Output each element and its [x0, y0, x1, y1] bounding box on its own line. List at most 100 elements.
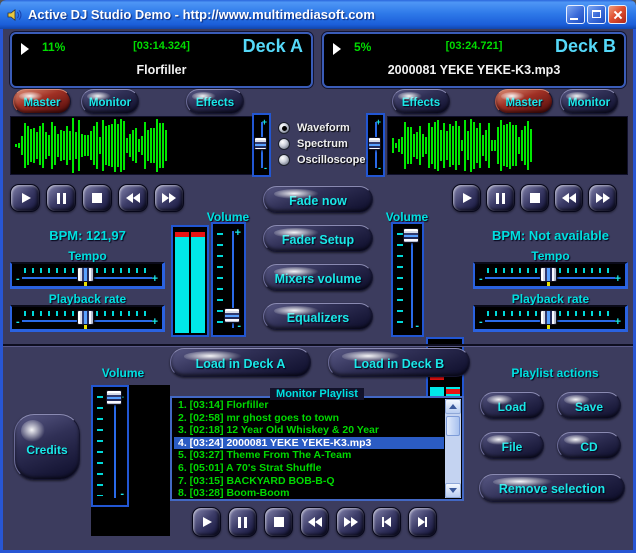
maximize-icon [592, 10, 601, 18]
deck-b-tempo-thumb[interactable] [540, 267, 557, 282]
deck-a-scope-zoom-thumb[interactable] [254, 137, 267, 150]
deck-a-pause-button[interactable] [46, 184, 76, 212]
deck-a-scope-zoom-slider[interactable]: + - [252, 113, 271, 177]
playlist-item[interactable]: 3. [02:18] 12 Year Old Whiskey & 20 Year [174, 424, 444, 437]
deck-b-waveform-scope[interactable] [387, 116, 628, 175]
play-icon [463, 193, 472, 203]
deck-b-volume-slider[interactable]: + - [391, 222, 424, 337]
remove-selection-button[interactable]: Remove selection [479, 474, 625, 502]
deck-a-forward-button[interactable] [154, 184, 184, 212]
stop-icon [530, 193, 540, 203]
deck-b-playback-slider[interactable]: - + [473, 305, 628, 332]
deck-a-vu-meter [171, 225, 209, 337]
deck-b-tempo-label: Tempo [473, 249, 628, 263]
deck-b-monitor-button[interactable]: Monitor [560, 89, 618, 114]
deck-b-master-button[interactable]: Master [495, 89, 553, 114]
playlist-item[interactable]: 6. [05:01] A 70's Strat Shuffle [174, 462, 444, 475]
deck-a-play-button[interactable] [10, 184, 40, 212]
fast-forward-icon [596, 193, 610, 203]
deck-a-stop-button[interactable] [82, 184, 112, 212]
radio-oscilloscope[interactable]: Oscilloscope [278, 154, 365, 166]
deck-a-rewind-button[interactable] [118, 184, 148, 212]
speaker-icon [6, 7, 22, 23]
scrollbar-thumb[interactable] [446, 416, 460, 436]
playlist-actions-label: Playlist actions [490, 366, 620, 380]
deck-a-tempo-slider[interactable]: - + [10, 262, 165, 289]
monitor-volume-thumb[interactable] [106, 390, 122, 405]
equalizers-button[interactable]: Equalizers [263, 303, 373, 330]
skip-next-icon [418, 517, 427, 527]
deck-a-master-button[interactable]: Master [13, 89, 71, 114]
minimize-icon [570, 18, 578, 20]
deck-b-forward-button[interactable] [588, 184, 617, 212]
deck-a-transport [10, 184, 184, 212]
deck-a-effects-button[interactable]: Effects [186, 89, 244, 114]
playlist-item[interactable]: 2. [02:58] mr ghost goes to town [174, 412, 444, 425]
playlist-item[interactable]: 8. [03:28] Boom-Boom [174, 487, 444, 500]
load-in-deck-b-button[interactable]: Load in Deck B [328, 348, 470, 377]
playlist-rows: 1. [03:14] Florfiller 2. [02:58] mr ghos… [174, 399, 444, 498]
radio-spectrum[interactable]: Spectrum [278, 138, 348, 150]
arrow-up-icon [449, 404, 457, 409]
playlist-item[interactable]: 5. [03:27] Theme From The A-Team [174, 449, 444, 462]
playlist-item[interactable]: 4. [03:24] 2000081 YEKE YEKE-K3.mp3 [174, 437, 444, 450]
deck-b-tempo-slider[interactable]: - + [473, 262, 628, 289]
deck-b-volume-thumb[interactable] [403, 228, 419, 243]
rewind-icon [308, 517, 322, 527]
window-controls [566, 5, 627, 24]
deck-b-playback-thumb[interactable] [540, 310, 557, 325]
credits-button[interactable]: Credits [14, 414, 80, 480]
deck-b-effects-button[interactable]: Effects [392, 89, 450, 114]
title-bar[interactable]: Active DJ Studio Demo - http://www.multi… [0, 0, 636, 29]
radio-oscilloscope-icon [278, 154, 290, 166]
rewind-icon [126, 193, 140, 203]
deck-a-tempo-thumb[interactable] [77, 267, 94, 282]
playlist-save-button[interactable]: Save [557, 392, 621, 419]
deck-b-stop-button[interactable] [520, 184, 549, 212]
deck-a-playback-thumb[interactable] [77, 310, 94, 325]
monitor-volume-panel: + - [91, 385, 170, 536]
monitor-play-button[interactable] [192, 507, 221, 537]
fader-setup-button[interactable]: Fader Setup [263, 225, 373, 252]
pause-icon [496, 193, 505, 204]
fade-now-button[interactable]: Fade now [263, 186, 373, 213]
monitor-forward-button[interactable] [336, 507, 365, 537]
monitor-rewind-button[interactable] [300, 507, 329, 537]
deck-a-volume-slider[interactable]: + - [211, 222, 246, 337]
monitor-next-button[interactable] [408, 507, 437, 537]
maximize-button[interactable] [587, 5, 606, 24]
deck-a-bpm: BPM: 121,97 [10, 228, 165, 243]
monitor-volume-slider[interactable]: + - [91, 385, 129, 507]
monitor-transport [192, 507, 437, 537]
playlist-file-button[interactable]: File [480, 432, 544, 459]
window-border-left [0, 29, 3, 553]
monitor-pause-button[interactable] [228, 507, 257, 537]
radio-waveform[interactable]: Waveform [278, 122, 350, 134]
app-window: Active DJ Studio Demo - http://www.multi… [0, 0, 636, 553]
deck-a-monitor-button[interactable]: Monitor [81, 89, 139, 114]
deck-b-pause-button[interactable] [486, 184, 515, 212]
load-in-deck-a-button[interactable]: Load in Deck A [170, 348, 311, 377]
fast-forward-icon [162, 193, 176, 203]
deck-a-volume-thumb[interactable] [224, 308, 240, 323]
deck-a-label: Deck A [243, 36, 303, 57]
scroll-down-button[interactable] [445, 483, 461, 498]
skip-previous-icon [382, 517, 391, 527]
deck-b-scope-zoom-slider[interactable]: + - [366, 113, 385, 177]
close-button[interactable] [608, 5, 627, 24]
deck-b-scope-zoom-thumb[interactable] [368, 137, 381, 150]
deck-a-playback-slider[interactable]: - + [10, 305, 165, 332]
playlist-scrollbar[interactable] [445, 399, 461, 498]
playlist-cd-button[interactable]: CD [557, 432, 621, 459]
mixers-volume-button[interactable]: Mixers volume [263, 264, 373, 291]
arrow-down-icon [449, 488, 457, 493]
playlist-item[interactable]: 7. [03:15] BACKYARD BOB-B-Q [174, 475, 444, 488]
deck-b-play-button[interactable] [452, 184, 481, 212]
monitor-previous-button[interactable] [372, 507, 401, 537]
minimize-button[interactable] [566, 5, 585, 24]
deck-b-rewind-button[interactable] [554, 184, 583, 212]
playlist-load-button[interactable]: Load [480, 392, 544, 419]
monitor-stop-button[interactable] [264, 507, 293, 537]
bottom-volume-label: Volume [63, 366, 183, 380]
deck-a-waveform-scope[interactable] [10, 116, 253, 175]
